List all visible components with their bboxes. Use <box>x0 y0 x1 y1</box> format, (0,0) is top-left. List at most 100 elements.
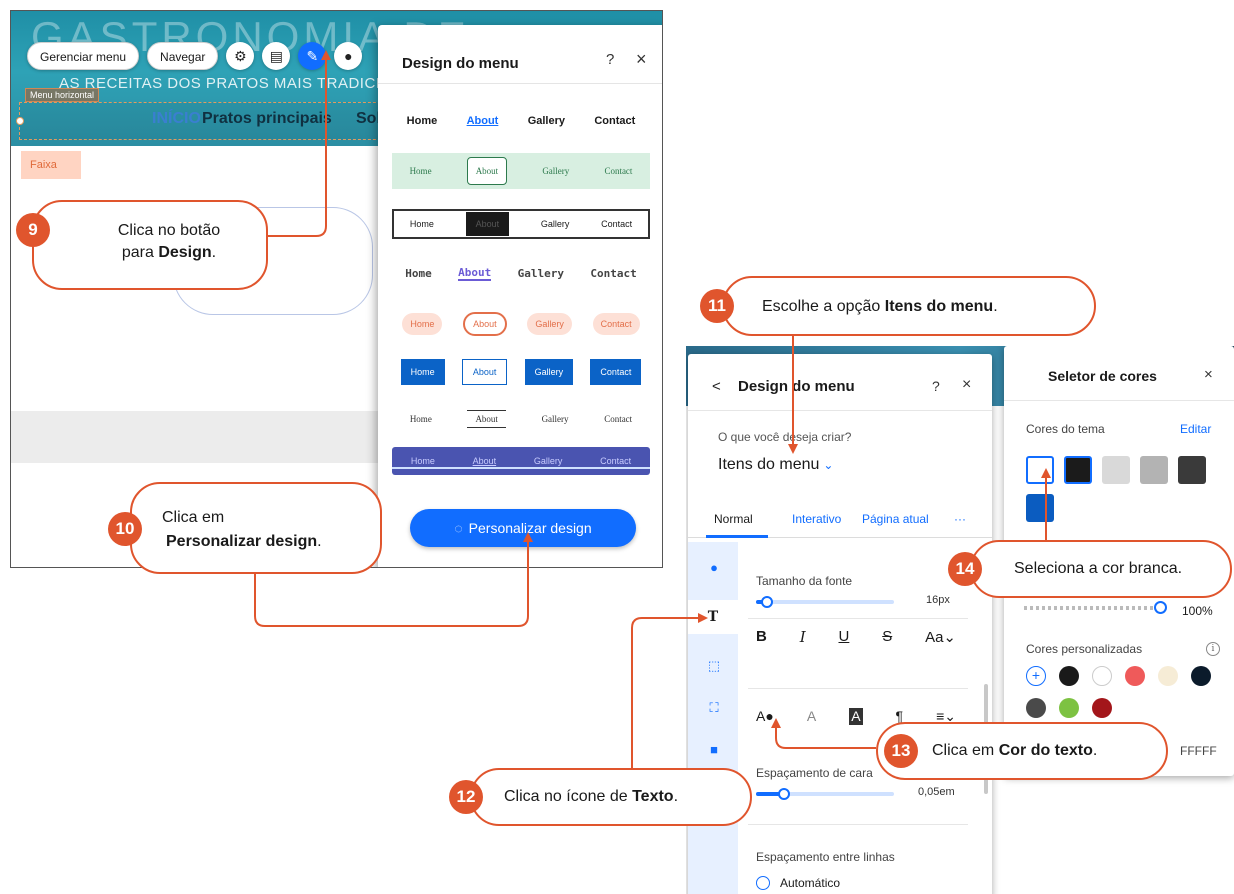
panel-title: Seletor de cores <box>1048 368 1157 384</box>
custom-color-swatch[interactable] <box>1191 666 1211 686</box>
border-category-button[interactable]: ⬚ <box>702 654 726 678</box>
separator <box>748 824 968 825</box>
menu-design-panel: Design do menu ? × Home About Gallery Co… <box>378 25 662 567</box>
opacity-slider[interactable] <box>1024 606 1164 610</box>
custom-color-swatch[interactable] <box>1092 666 1112 686</box>
theme-swatch[interactable] <box>1026 494 1054 522</box>
nav-item-inicio[interactable]: INÍCIO <box>152 110 201 128</box>
state-tabs: Normal Interativo Página atual ··· <box>688 504 992 538</box>
strikethrough-button[interactable]: S <box>882 628 892 646</box>
custom-color-swatch[interactable] <box>1158 666 1178 686</box>
separator <box>748 688 968 689</box>
hex-value[interactable]: FFFFF <box>1180 744 1217 758</box>
drop-icon: ● <box>710 560 718 575</box>
preset-boxed[interactable]: Home About Gallery Contact <box>392 209 650 239</box>
color-picker-screenshot: < Design do menu ? × O que você deseja c… <box>686 346 1234 894</box>
preset-pink[interactable]: Home About Gallery Contact <box>392 309 650 339</box>
preset-purple[interactable]: Home About Gallery Contact <box>392 447 650 475</box>
more-tabs-button[interactable]: ··· <box>954 512 966 526</box>
preset-serif[interactable]: Home About Gallery Contact <box>392 407 650 431</box>
horizontal-menu-label: Menu horizontal <box>25 88 100 102</box>
callout-text: . <box>211 244 217 261</box>
theme-swatch[interactable] <box>1178 456 1206 484</box>
bold-button[interactable]: B <box>756 628 767 646</box>
custom-color-swatch[interactable] <box>1059 666 1079 686</box>
close-button[interactable]: × <box>962 376 971 394</box>
corners-category-button[interactable]: ⛶ <box>702 696 726 720</box>
font-size-slider[interactable] <box>756 596 894 608</box>
opacity-knob[interactable] <box>1154 601 1167 614</box>
highlight-button[interactable]: A <box>807 708 816 725</box>
step-badge-9: 9 <box>16 213 50 247</box>
slider-knob[interactable] <box>777 788 790 800</box>
theme-swatch-white-selected[interactable] <box>1026 456 1054 484</box>
customize-design-button[interactable]: ◌ Personalizar design <box>410 509 636 547</box>
text-color-button[interactable]: A● <box>756 708 774 725</box>
shadow-category-button[interactable]: ■ <box>702 738 726 762</box>
add-color-button[interactable]: + <box>1026 666 1046 686</box>
tab-normal[interactable]: Normal <box>714 512 753 526</box>
settings-button[interactable]: ⚙ <box>226 42 255 70</box>
separator <box>748 618 968 619</box>
underline-button[interactable]: U <box>839 628 850 646</box>
back-button[interactable]: < <box>712 378 721 395</box>
theme-swatch[interactable] <box>1064 456 1092 484</box>
step-badge-11: 11 <box>700 289 734 323</box>
strip-label: Faixa <box>21 151 81 179</box>
tab-current-page[interactable]: Página atual <box>862 512 929 526</box>
element-dropdown[interactable]: Itens do menu ⌄ <box>718 456 833 474</box>
help-button[interactable]: ? <box>606 51 614 68</box>
preset-item: Gallery <box>517 266 564 280</box>
nav-item-pratos[interactable]: Pratos principais <box>202 110 332 128</box>
shadow-icon: ■ <box>710 742 718 757</box>
edit-theme-link[interactable]: Editar <box>1180 422 1211 436</box>
preset-item: Contact <box>601 219 633 229</box>
callout-bold: Design <box>158 244 212 261</box>
drop-icon: ● <box>765 708 774 724</box>
close-button[interactable]: × <box>1204 366 1213 383</box>
design-button[interactable]: ✎ <box>298 42 327 70</box>
presets-scroll-indicator <box>392 467 650 469</box>
layout-button[interactable]: ▤ <box>262 42 291 70</box>
step-badge-13: 13 <box>884 734 918 768</box>
custom-color-swatch[interactable] <box>1092 698 1112 718</box>
preset-item: Gallery <box>533 456 563 466</box>
selection-handle[interactable] <box>16 117 24 125</box>
help-button[interactable]: ? <box>932 378 940 394</box>
tab-interactive[interactable]: Interativo <box>792 512 841 526</box>
preset-blue[interactable]: Home About Gallery Contact <box>392 357 650 387</box>
preset-item: About <box>461 359 508 385</box>
theme-swatch[interactable] <box>1140 456 1168 484</box>
preset-mono[interactable]: Home About Gallery Contact <box>392 261 650 285</box>
info-icon[interactable]: i <box>1206 642 1220 656</box>
letter-spacing-slider[interactable] <box>756 788 894 800</box>
preset-plain[interactable]: Home About Gallery Contact <box>392 109 650 133</box>
custom-color-swatch[interactable] <box>1125 666 1145 686</box>
custom-color-swatch[interactable] <box>1026 698 1046 718</box>
navigate-button[interactable]: Navegar <box>147 42 219 70</box>
preset-item: Home <box>409 414 432 424</box>
slider-knob[interactable] <box>761 596 774 608</box>
custom-color-swatch[interactable] <box>1059 698 1079 718</box>
close-button[interactable]: × <box>636 49 647 70</box>
text-shadow-icon: A <box>851 708 861 724</box>
opacity-value: 100% <box>1182 604 1213 618</box>
text-shadow-button[interactable]: A <box>849 708 863 725</box>
preset-green[interactable]: Home About Gallery Contact <box>392 153 650 189</box>
text-category-button[interactable]: T <box>688 600 738 634</box>
step-badge-10: 10 <box>108 512 142 546</box>
callout-text: para <box>121 244 159 261</box>
animation-button[interactable]: ● <box>334 42 363 70</box>
corners-icon: ⛶ <box>709 700 719 715</box>
manage-menu-button[interactable]: Gerenciar menu <box>27 42 140 70</box>
auto-radio[interactable] <box>756 876 770 890</box>
italic-button[interactable]: I <box>800 628 806 646</box>
text-case-dropdown[interactable]: Aa⌄ <box>925 628 956 646</box>
fill-category-button[interactable]: ● <box>702 556 726 580</box>
theme-swatch[interactable] <box>1102 456 1130 484</box>
preset-item: Home <box>406 115 438 127</box>
callout-step-13: Clica em Cor do texto. <box>876 722 1168 780</box>
panel-footer: ◌ Personalizar design <box>378 495 662 567</box>
design-category-sidebar: ● T ⬚ ⛶ ■ <box>688 542 738 894</box>
panel-divider <box>1004 400 1234 401</box>
